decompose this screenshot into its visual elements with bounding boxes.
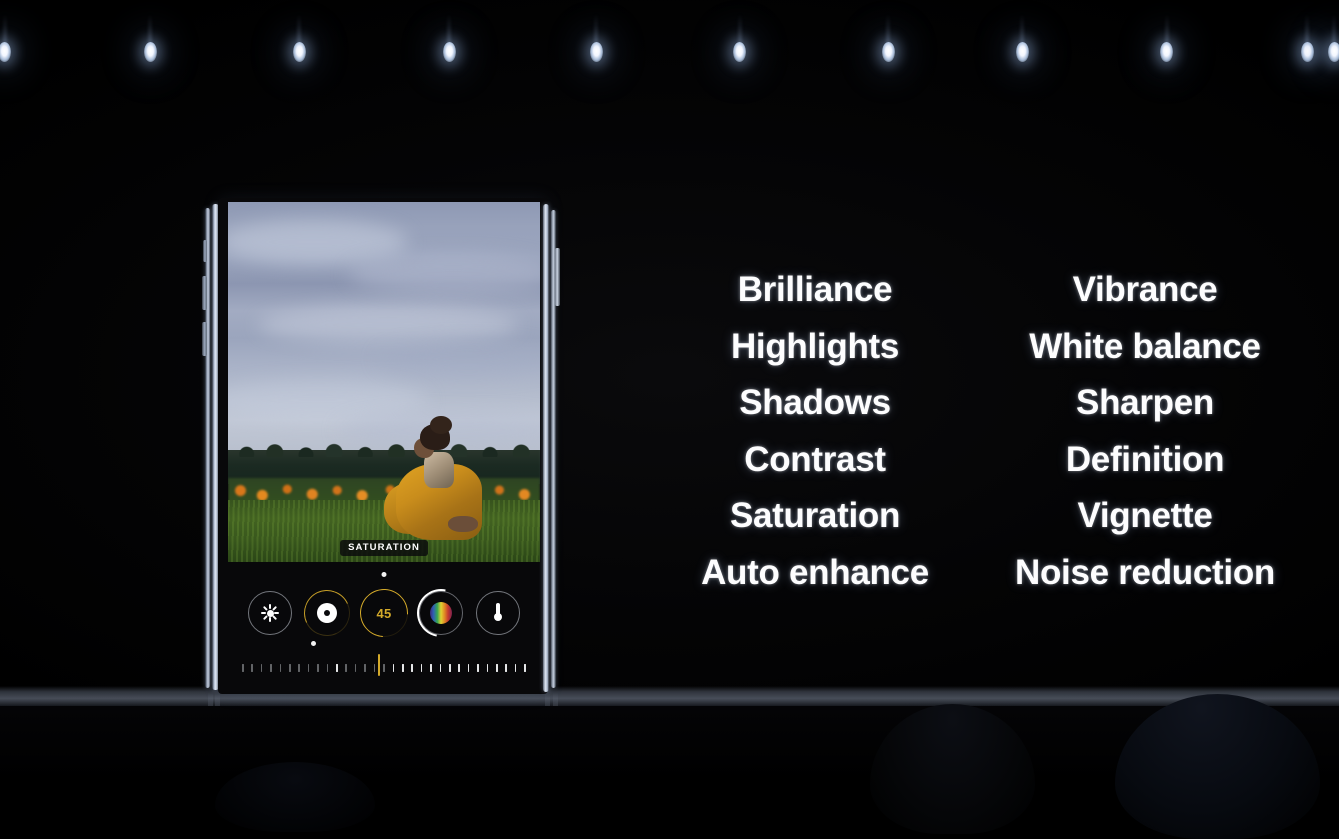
saturation-tool[interactable]: 45 <box>362 591 406 635</box>
adjustment-item: Brilliance <box>737 270 893 309</box>
keynote-stage: SATURATION 45 Brilliance Highlights Shad… <box>0 0 1339 839</box>
stage-light <box>589 42 603 62</box>
adjustment-slider[interactable] <box>228 654 540 678</box>
slider-tick <box>373 663 376 672</box>
slider-tick <box>260 663 263 672</box>
slider-tick <box>270 663 272 672</box>
slider-tick <box>524 663 526 672</box>
stage-light <box>143 42 157 62</box>
slider-tick <box>448 663 451 672</box>
adjustment-item: Auto enhance <box>701 552 929 592</box>
volume-up-button[interactable] <box>202 276 207 310</box>
slider-tick <box>514 663 517 672</box>
slider-tick <box>439 663 442 672</box>
slider-tick <box>486 663 489 672</box>
slider-tick <box>251 663 253 672</box>
subject-arm <box>448 516 478 532</box>
exposure-tool[interactable] <box>305 591 349 635</box>
adjustment-item: Sharpen <box>1076 383 1214 422</box>
stage-light <box>733 42 747 62</box>
photo-edit-toolbar: 45 <box>228 562 540 690</box>
saturation-value: 45 <box>376 605 392 621</box>
adjustment-item: Definition <box>1065 439 1225 479</box>
slider-tick <box>392 663 395 672</box>
adjustment-item: Contrast <box>744 439 886 479</box>
adjustment-list-left: Brilliance Highlights Shadows Contrast Satur… <box>650 262 980 602</box>
slider-tick <box>298 663 301 672</box>
adjustment-item: Vibrance <box>1072 270 1218 309</box>
slider-tick <box>326 663 329 672</box>
subject-scarf <box>424 452 454 488</box>
power-button[interactable] <box>555 248 560 306</box>
phone-body: SATURATION 45 <box>218 198 548 694</box>
adjustment-item: White balance <box>1029 326 1261 366</box>
slider-tick <box>242 663 244 672</box>
slider-tick <box>364 663 366 672</box>
color-tool[interactable] <box>418 591 463 635</box>
slider-top-indicator-dot <box>381 572 387 577</box>
stage-light-rig <box>0 0 1339 110</box>
adjustment-list-right: Vibrance White balance Sharpen Definition Vi… <box>980 262 1310 602</box>
stage-light <box>1327 42 1339 62</box>
slider-tick <box>411 663 413 672</box>
cloud <box>258 306 518 344</box>
active-adjustment-badge: SATURATION <box>340 540 428 556</box>
adjustment-item: Highlights <box>730 326 900 366</box>
slider-tick <box>279 663 282 672</box>
adjustment-item: Vignette <box>1077 496 1213 535</box>
slider-tick <box>467 663 470 672</box>
subject-hair-bun <box>430 416 452 434</box>
photo-canvas[interactable]: SATURATION <box>228 202 540 562</box>
adjustment-feature-lists: Brilliance Highlights Shadows Contrast Satur… <box>650 262 1310 602</box>
volume-down-button[interactable] <box>202 322 207 356</box>
adjustment-item: Noise reduction <box>1015 552 1275 592</box>
slider-tick <box>505 663 507 672</box>
stage-light <box>881 42 895 62</box>
slider-tick <box>458 663 460 672</box>
slider-tick <box>289 663 291 672</box>
stage-light <box>1300 42 1314 62</box>
stage-light <box>1160 42 1174 62</box>
stage-light <box>1015 42 1029 62</box>
adjustment-item: Saturation <box>729 496 901 535</box>
sun-burst-icon <box>261 603 280 622</box>
stage-light <box>292 42 306 62</box>
thermometer-icon <box>493 603 502 623</box>
slider-tick <box>495 663 498 672</box>
slider-tick <box>401 663 404 672</box>
slider-tick <box>336 663 338 672</box>
spectrum-icon <box>429 602 452 624</box>
stage-light <box>0 42 12 62</box>
slider-tick-track <box>242 662 526 673</box>
slider-tick <box>383 663 385 672</box>
auto-enhance-tool[interactable] <box>248 591 293 635</box>
exposure-dot-icon <box>317 603 338 623</box>
white-balance-tool[interactable] <box>475 591 520 635</box>
adjustment-tool-row: 45 <box>228 584 540 642</box>
phone-device: SATURATION 45 <box>198 198 576 696</box>
slider-tick <box>430 663 432 672</box>
silent-switch[interactable] <box>203 240 207 262</box>
slider-tick <box>354 663 357 672</box>
photo-subject-person <box>384 416 482 540</box>
phone-screen[interactable]: SATURATION 45 <box>228 202 540 690</box>
slider-tick <box>345 663 348 672</box>
stage-light <box>442 42 456 62</box>
slider-tick <box>317 663 319 672</box>
exposure-indicator-dot <box>311 641 316 646</box>
adjustment-item: Shadows <box>739 383 891 422</box>
slider-tick <box>477 663 479 672</box>
slider-tick <box>420 663 423 672</box>
slider-tick <box>307 663 310 672</box>
phone-right-rail-inner <box>543 204 549 692</box>
